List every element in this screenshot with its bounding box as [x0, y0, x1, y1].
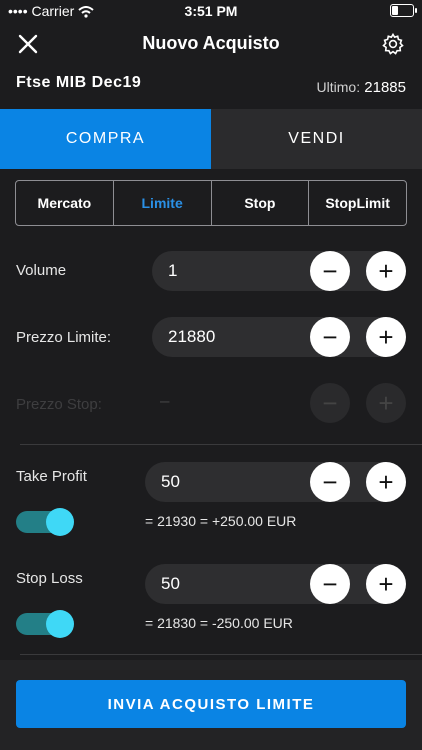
stop-price-decrement-button: − — [310, 383, 350, 423]
order-type-stop[interactable]: Stop — [212, 181, 310, 225]
take-profit-decrement-button[interactable]: − — [310, 462, 350, 502]
minus-icon: − — [322, 322, 338, 352]
toggle-knob — [46, 610, 74, 638]
gear-icon[interactable] — [381, 32, 405, 56]
stop-price-label: Prezzo Stop: — [16, 396, 102, 413]
tab-sell[interactable]: VENDI — [211, 109, 422, 169]
divider — [20, 654, 422, 655]
minus-icon: − — [322, 256, 338, 286]
divider — [20, 444, 422, 445]
minus-icon: − — [322, 569, 338, 599]
limit-price-value: 21880 — [168, 327, 216, 346]
stop-loss-decrement-button[interactable]: − — [310, 564, 350, 604]
volume-field[interactable]: 1 − + — [152, 251, 406, 291]
take-profit-field[interactable]: 50 − + — [145, 462, 406, 502]
limit-price-field[interactable]: 21880 − + — [152, 317, 406, 357]
tab-buy[interactable]: COMPRA — [0, 109, 211, 169]
instrument-name: Ftse MIB Dec19 — [16, 74, 142, 91]
stop-loss-value: 50 — [161, 574, 180, 593]
stop-price-value: – — [160, 391, 170, 410]
minus-icon: − — [322, 388, 338, 418]
last-price-value: 21885 — [364, 79, 406, 96]
side-tabs: COMPRA VENDI — [0, 109, 422, 169]
stop-loss-increment-button[interactable]: + — [366, 564, 406, 604]
battery-icon — [390, 4, 417, 17]
limit-price-increment-button[interactable]: + — [366, 317, 406, 357]
plus-icon: + — [378, 569, 394, 599]
minus-icon: − — [322, 467, 338, 497]
plus-icon: + — [378, 388, 394, 418]
take-profit-calc: = 21930 = +250.00 EUR — [145, 513, 297, 529]
take-profit-increment-button[interactable]: + — [366, 462, 406, 502]
stop-loss-calc: = 21830 = -250.00 EUR — [145, 615, 293, 631]
last-price: Ultimo: 21885 — [317, 79, 406, 96]
order-type-stoplimit[interactable]: StopLimit — [309, 181, 406, 225]
page-title: Nuovo Acquisto — [142, 33, 280, 53]
status-time: 3:51 PM — [184, 3, 238, 19]
stop-loss-label: Stop Loss — [16, 570, 83, 587]
plus-icon: + — [378, 322, 394, 352]
limit-price-label: Prezzo Limite: — [16, 329, 112, 346]
last-price-label: Ultimo: — [316, 79, 361, 95]
stop-loss-field[interactable]: 50 − + — [145, 564, 406, 604]
volume-increment-button[interactable]: + — [366, 251, 406, 291]
stop-price-field: – − + — [152, 383, 406, 423]
take-profit-label: Take Profit — [16, 468, 87, 485]
take-profit-value: 50 — [161, 472, 180, 491]
limit-price-decrement-button[interactable]: − — [310, 317, 350, 357]
stop-loss-toggle[interactable] — [16, 610, 74, 638]
take-profit-toggle[interactable] — [16, 508, 74, 536]
volume-decrement-button[interactable]: − — [310, 251, 350, 291]
order-type-selector: Mercato Limite Stop StopLimit — [15, 180, 407, 226]
order-type-limit[interactable]: Limite — [114, 181, 212, 225]
volume-value: 1 — [168, 261, 178, 280]
plus-icon: + — [378, 256, 394, 286]
volume-label: Volume — [16, 262, 67, 279]
plus-icon: + — [378, 467, 394, 497]
submit-order-button[interactable]: INVIA ACQUISTO LIMITE — [16, 680, 406, 728]
toggle-knob — [46, 508, 74, 536]
stop-price-increment-button: + — [366, 383, 406, 423]
status-bar: •••• Carrier 3:51 PM — [0, 0, 422, 22]
order-type-market[interactable]: Mercato — [16, 181, 114, 225]
